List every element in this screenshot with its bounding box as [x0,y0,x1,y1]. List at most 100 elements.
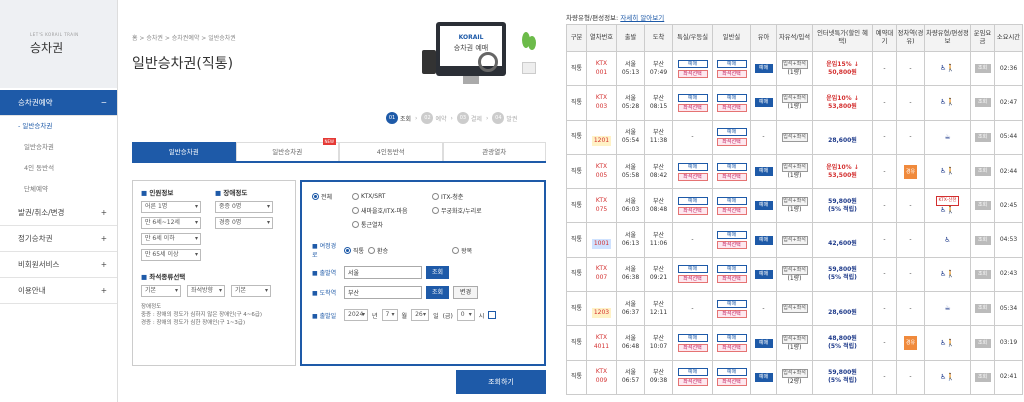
fare-cell[interactable]: 조회 [970,50,995,87]
general-cell[interactable]: 예매 좌석선택 [712,188,751,224]
sidebar-item-season-ticket[interactable]: 정기승차권 + [0,226,117,252]
free-seat-cell[interactable]: 입석+좌석 (1량) [776,256,813,293]
seat-select-button[interactable]: 좌석선택 [677,172,708,181]
fare-cell[interactable]: 조회 [970,153,995,190]
fare-cell[interactable]: 조회 [970,188,995,224]
premium-book-button[interactable]: 예매 [677,93,708,102]
general-book-button[interactable]: 예매 [716,59,747,68]
severe-select[interactable]: 중증 0명 [215,201,273,213]
infant-cell[interactable]: - [750,119,777,155]
infant-cell[interactable]: - [750,291,777,327]
adult-select[interactable]: 어른 1명 [141,201,201,213]
seat-type-select[interactable]: 기본 [141,285,181,297]
infant-book-button[interactable]: 예매 [754,201,773,211]
seat-select-button[interactable]: 좌석선택 [716,241,747,250]
train-number[interactable]: KTX 009 [586,359,617,395]
free-seat-button[interactable]: 입석+좌석 [781,235,808,245]
general-cell[interactable]: 예매 좌석선택 [712,256,751,293]
seat-select-button[interactable]: 좌석선택 [716,138,747,147]
infant-book-button[interactable]: 예매 [754,338,773,348]
fare-cell[interactable]: 조회 [970,325,995,361]
infant-cell[interactable]: 예매 [750,85,777,121]
infant-cell[interactable]: 예매 [750,325,777,361]
fare-lookup-button[interactable]: 조회 [974,64,991,74]
fare-lookup-button[interactable]: 조회 [974,269,991,279]
infant-cell[interactable]: 예매 [750,50,777,87]
free-seat-button[interactable]: 입석+좌석 [781,197,808,207]
premium-book-button[interactable]: 예매 [677,368,708,377]
radio-roundtrip[interactable]: 왕복 [452,246,472,255]
infant-select[interactable]: 만 6세 이하 [141,233,201,245]
radio-all[interactable]: 전체 [312,192,352,201]
premium-book-button[interactable]: 예매 [677,59,708,68]
day-select[interactable]: 26 [411,309,430,321]
radio-commuter[interactable]: 통근열차 [352,220,432,229]
sidebar-sub-four-seat[interactable]: 4인 동반석 [0,158,117,179]
general-book-button[interactable]: 예매 [716,196,747,205]
fare-cell[interactable]: 조회 [970,119,995,155]
seat-select-button[interactable]: 좌석선택 [716,344,747,353]
details-link[interactable]: 자세히 알아보기 [620,14,664,22]
sidebar-sub-current[interactable]: - 일반승차권 [0,116,117,137]
tab-four-seat[interactable]: 4인동반석 [339,142,443,161]
fare-lookup-button[interactable]: 조회 [974,235,991,245]
general-cell[interactable]: 예매 좌석선택 [712,85,751,121]
free-seat-cell[interactable]: 입석+좌석 (2량) [776,359,813,395]
fare-lookup-button[interactable]: 조회 [974,132,991,142]
general-book-button[interactable]: 예매 [716,162,747,171]
general-cell[interactable]: 예매 좌석선택 [712,325,751,361]
mild-select[interactable]: 경증 0명 [215,217,273,229]
seat-select-button[interactable]: 좌석선택 [716,172,747,181]
premium-cell[interactable]: 예매 좌석선택 [672,256,713,293]
child-select[interactable]: 만 6세~12세 [141,217,201,229]
fare-cell[interactable]: 조회 [970,359,995,395]
infant-cell[interactable]: 예매 [750,153,777,190]
general-book-button[interactable]: 예매 [716,265,747,274]
general-book-button[interactable]: 예매 [716,128,747,137]
train-number[interactable]: KTX 001 [586,50,617,87]
seat-select-button[interactable]: 좌석선택 [677,344,708,353]
infant-cell[interactable]: 예매 [750,256,777,293]
premium-book-button[interactable]: 예매 [677,162,708,171]
infant-book-button[interactable]: 예매 [754,372,773,382]
general-cell[interactable]: 예매 좌석선택 [712,291,751,327]
premium-cell[interactable]: - [672,291,713,327]
seat-select-button[interactable]: 좌석선택 [716,275,747,284]
general-book-button[interactable]: 예매 [716,368,747,377]
radio-direct[interactable]: 직통 [344,246,364,255]
infant-book-button[interactable]: 예매 [754,235,773,245]
departure-lookup-button[interactable]: 조회 [426,266,450,279]
train-number[interactable]: KTX 007 [586,256,617,293]
premium-book-button[interactable]: 예매 [677,334,708,343]
infant-cell[interactable]: 예매 [750,359,777,395]
seat-select-button[interactable]: 좌석선택 [677,378,708,387]
calendar-icon[interactable] [488,311,497,319]
free-seat-button[interactable]: 입석+좌석 [781,132,808,142]
free-seat-button[interactable]: 입석+좌석 [781,334,808,344]
hour-select[interactable]: 0 [456,309,475,321]
seat-select-button[interactable]: 좌석선택 [716,206,747,215]
tab-tour-train[interactable]: 관광열차 [442,142,546,161]
seat-position-select[interactable]: 기본 [231,285,271,297]
sidebar-item-issue-cancel[interactable]: 발권/취소/변경 + [0,200,117,226]
fare-lookup-button[interactable]: 조회 [974,372,991,382]
train-number[interactable]: 1203 [586,291,617,327]
free-seat-button[interactable]: 입석+좌석 [781,368,808,378]
premium-book-button[interactable]: 예매 [677,265,708,274]
fare-cell[interactable]: 조회 [970,222,995,258]
free-seat-cell[interactable]: 입석+좌석 (1량) [776,50,813,87]
free-seat-cell[interactable]: 입석+좌석 [776,119,813,155]
general-book-button[interactable]: 예매 [716,299,747,308]
premium-cell[interactable]: 예매 좌석선택 [672,153,713,190]
seat-select-button[interactable]: 좌석선택 [716,309,747,318]
tab-general[interactable]: 일반승차권 [132,142,236,161]
sidebar-sub-group[interactable]: 단체예약 [0,179,117,200]
senior-select[interactable]: 만 65세 이상 [141,249,201,261]
general-cell[interactable]: 예매 좌석선택 [712,119,751,155]
via-badge[interactable]: 경유 [903,336,918,351]
free-seat-cell[interactable]: 입석+좌석 [776,291,813,327]
fare-lookup-button[interactable]: 조회 [974,338,991,348]
premium-book-button[interactable]: 예매 [677,196,708,205]
seat-select-button[interactable]: 좌석선택 [677,103,708,112]
via-badge[interactable]: 경유 [903,164,918,179]
